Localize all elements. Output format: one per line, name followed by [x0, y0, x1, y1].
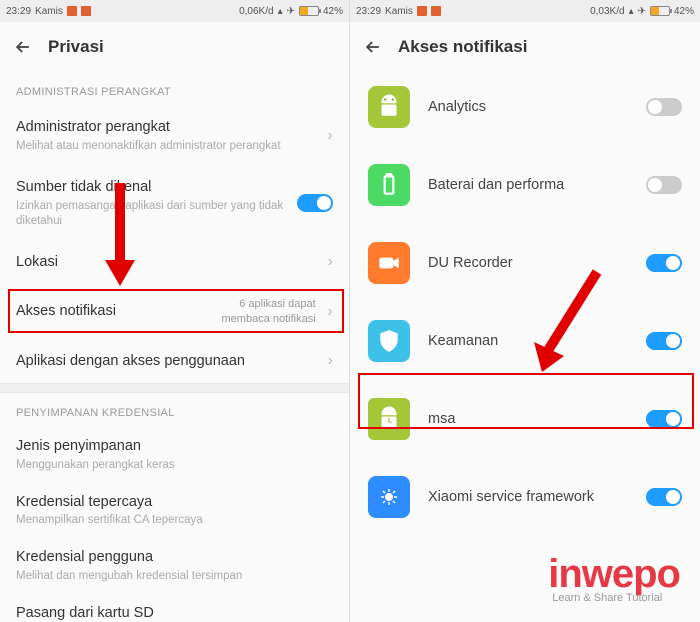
- page-title: Privasi: [48, 37, 104, 57]
- airplane-icon: ✈: [287, 6, 295, 17]
- wifi-icon: ▴: [629, 6, 634, 17]
- row-right-text: 6 aplikasi dapat membaca notifikasi: [222, 297, 316, 326]
- row-title: Akses notifikasi: [16, 302, 222, 321]
- header-left: Privasi: [0, 22, 349, 72]
- toggle-unknown-sources[interactable]: [297, 194, 333, 212]
- row-title: Lokasi: [16, 253, 320, 272]
- screen-right: 23:29 Kamis 0,03K/d ▴ ✈ 42% Akses notifi…: [350, 0, 700, 622]
- status-icon-app1: [67, 6, 77, 16]
- chevron-right-icon: ›: [328, 253, 333, 271]
- battery-pct: 42%: [674, 6, 694, 17]
- row-usage-access[interactable]: Aplikasi dengan akses penggunaan ›: [0, 340, 349, 383]
- recorder-icon: [368, 242, 410, 284]
- row-install-sd[interactable]: Pasang dari kartu SD Pasang sertifikat d…: [0, 594, 349, 622]
- section-admin: ADMINISTRASI PERANGKAT: [0, 72, 349, 106]
- app-label: Keamanan: [428, 333, 646, 349]
- status-bar: 23:29 Kamis 0,06K/d ▴ ✈ 42%: [0, 0, 349, 22]
- status-speed: 0,06K/d: [239, 6, 273, 17]
- row-title: Jenis penyimpanan: [16, 437, 333, 456]
- battery-icon: [299, 6, 319, 16]
- row-location[interactable]: Lokasi ›: [0, 241, 349, 284]
- app-row-msa[interactable]: msa: [350, 384, 700, 454]
- screen-left: 23:29 Kamis 0,06K/d ▴ ✈ 42% Privasi ADMI…: [0, 0, 350, 622]
- row-title: Pasang dari kartu SD: [16, 604, 333, 622]
- chevron-right-icon: ›: [328, 352, 333, 370]
- status-icon-app2: [431, 6, 441, 16]
- status-icon-app2: [81, 6, 91, 16]
- battery-icon: [650, 6, 670, 16]
- android-icon: [368, 86, 410, 128]
- app-label: Analytics: [428, 99, 646, 115]
- app-label: DU Recorder: [428, 255, 646, 271]
- page-title: Akses notifikasi: [398, 37, 527, 57]
- toggle-battery[interactable]: [646, 176, 682, 194]
- app-label: Xiaomi service framework: [428, 489, 646, 505]
- back-button[interactable]: [12, 36, 34, 58]
- app-label: msa: [428, 411, 646, 427]
- row-notification-access[interactable]: Akses notifikasi 6 aplikasi dapat membac…: [0, 283, 349, 340]
- app-row-durecorder[interactable]: DU Recorder: [350, 228, 700, 298]
- status-day: Kamis: [35, 6, 63, 17]
- row-title: Sumber tidak dikenal: [16, 178, 297, 197]
- row-sub: Melihat atau menonaktifkan administrator…: [16, 139, 320, 154]
- back-button[interactable]: [362, 36, 384, 58]
- app-row-analytics[interactable]: Analytics: [350, 72, 700, 142]
- status-time: 23:29: [6, 6, 31, 17]
- battery-pct: 42%: [323, 6, 343, 17]
- row-user-cred[interactable]: Kredensial pengguna Melihat dan mengubah…: [0, 538, 349, 594]
- shield-icon: [368, 320, 410, 362]
- app-row-battery[interactable]: Baterai dan performa: [350, 150, 700, 220]
- row-storage-type[interactable]: Jenis penyimpanan Menggunakan perangkat …: [0, 427, 349, 483]
- watermark-brand: inwepo: [548, 554, 680, 594]
- header-right: Akses notifikasi: [350, 22, 700, 72]
- status-time: 23:29: [356, 6, 381, 17]
- chevron-right-icon: ›: [328, 127, 333, 145]
- status-day: Kamis: [385, 6, 413, 17]
- msa-icon: [368, 398, 410, 440]
- row-title: Kredensial tepercaya: [16, 493, 333, 512]
- toggle-security[interactable]: [646, 332, 682, 350]
- section-credential: PENYIMPANAN KREDENSIAL: [0, 393, 349, 427]
- xiaomi-icon: [368, 476, 410, 518]
- row-title: Aplikasi dengan akses penggunaan: [16, 352, 320, 371]
- row-sub: Menampilkan sertifikat CA tepercaya: [16, 513, 333, 528]
- row-sub: Izinkan pemasangan aplikasi dari sumber …: [16, 199, 297, 229]
- row-unknown-sources[interactable]: Sumber tidak dikenal Izinkan pemasangan …: [0, 166, 349, 241]
- status-speed: 0,03K/d: [590, 6, 624, 17]
- row-trusted-cred[interactable]: Kredensial tepercaya Menampilkan sertifi…: [0, 483, 349, 539]
- airplane-icon: ✈: [638, 6, 646, 17]
- status-bar: 23:29 Kamis 0,03K/d ▴ ✈ 42%: [350, 0, 700, 22]
- watermark: inwepo Learn & Share Tutorial: [548, 554, 680, 604]
- row-sub: Melihat dan mengubah kredensial tersimpa…: [16, 569, 333, 584]
- app-row-security[interactable]: Keamanan: [350, 306, 700, 376]
- row-admin-perangkat[interactable]: Administrator perangkat Melihat atau men…: [0, 106, 349, 166]
- row-sub: Menggunakan perangkat keras: [16, 458, 333, 473]
- status-icon-app1: [417, 6, 427, 16]
- battery-perf-icon: [368, 164, 410, 206]
- toggle-analytics[interactable]: [646, 98, 682, 116]
- toggle-durecorder[interactable]: [646, 254, 682, 272]
- chevron-right-icon: ›: [328, 303, 333, 321]
- toggle-xiaomi[interactable]: [646, 488, 682, 506]
- row-title: Kredensial pengguna: [16, 548, 333, 567]
- app-label: Baterai dan performa: [428, 177, 646, 193]
- divider: [0, 383, 349, 393]
- row-title: Administrator perangkat: [16, 118, 320, 137]
- watermark-sub: Learn & Share Tutorial: [552, 592, 680, 604]
- wifi-icon: ▴: [278, 6, 283, 17]
- app-row-xiaomi[interactable]: Xiaomi service framework: [350, 462, 700, 532]
- toggle-msa[interactable]: [646, 410, 682, 428]
